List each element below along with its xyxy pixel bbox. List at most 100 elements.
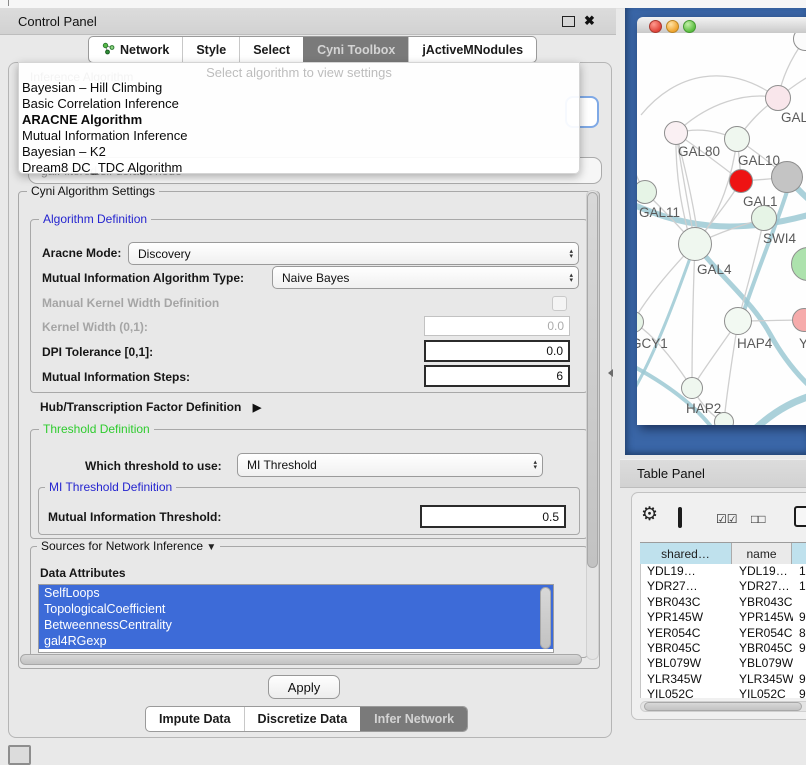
splitter-collapse-arrow[interactable] [608, 369, 613, 377]
attribute-item-selected[interactable]: SelfLoops [39, 585, 553, 601]
node-big-green[interactable] [791, 247, 806, 281]
bottom-tab-discretize-data[interactable]: Discretize Data [244, 707, 361, 731]
node-gal11-label: GAL11 [639, 205, 680, 220]
attributes-list-scrollbar[interactable] [540, 587, 551, 649]
dpi-tolerance-value: 0.0 [546, 344, 563, 358]
table-settings-gear-icon[interactable] [641, 506, 658, 525]
algorithm-dropdown: Select algorithm to view settings Bayesi… [18, 62, 580, 174]
table-cell: YBR045C [641, 641, 733, 656]
algorithm-option[interactable]: Bayesian – Hill Climbing [19, 80, 579, 96]
tab-cyni-toolbox[interactable]: Cyni Toolbox [303, 37, 408, 62]
minimize-window-icon[interactable] [666, 20, 679, 33]
node-gal11[interactable] [637, 180, 657, 204]
mi-type-combo[interactable]: Naive Bayes [272, 266, 579, 289]
table-cell: 9 [793, 687, 806, 698]
network-canvas[interactable]: GALGAL80GAL10GAL1GAL11SWI4GAL4HAP4YGCY1H… [637, 33, 806, 425]
attribute-item-selected[interactable]: gal4RGexp [39, 633, 553, 649]
mi-threshold-input[interactable]: 0.5 [420, 505, 566, 528]
select-all-checkboxes-icon[interactable] [716, 510, 738, 528]
table-cell: 9. [793, 672, 806, 687]
zoom-window-icon[interactable] [683, 20, 696, 33]
mi-steps-value: 6 [556, 369, 563, 383]
table-panel: shared…nameA YDL19…YDL19…13YDR27…YDR27…1… [631, 492, 806, 720]
column-header-shared[interactable]: shared… [640, 543, 732, 565]
tab-label: jActiveMNodules [422, 43, 523, 57]
algorithm-option[interactable]: Mutual Information Inference [19, 128, 579, 144]
which-threshold-combo[interactable]: MI Threshold [237, 453, 543, 477]
control-panel-titlebar: Control Panel [0, 8, 616, 35]
algorithm-option[interactable]: Basic Correlation Inference [19, 96, 579, 112]
node-gal80[interactable] [664, 121, 688, 145]
node-partial-bottom[interactable] [714, 412, 734, 425]
table-cell: YBR045C [733, 641, 793, 656]
node-gal1[interactable] [729, 169, 753, 193]
node-gal[interactable] [765, 85, 791, 111]
algorithm-option[interactable]: Bayesian – K2 [19, 144, 579, 160]
dpi-tolerance-input[interactable]: 0.0 [424, 340, 570, 362]
hub-definition-toggle[interactable]: Hub/Transcription Factor Definition ▶ [40, 400, 261, 414]
table-hscrollbar-thumb[interactable] [644, 702, 802, 711]
kernel-width-value: 0.0 [547, 319, 564, 333]
close-window-icon[interactable] [649, 20, 662, 33]
column-header-a[interactable]: A [792, 543, 806, 565]
table-row[interactable]: YBR045CYBR045C9. [641, 641, 806, 656]
tab-select[interactable]: Select [239, 37, 303, 62]
sources-group-title[interactable]: Sources for Network Inference ▼ [37, 539, 220, 553]
hub-definition-label: Hub/Transcription Factor Definition [40, 400, 241, 414]
apply-button[interactable]: Apply [268, 675, 340, 699]
data-attributes-list[interactable]: SelfLoopsTopologicalCoefficientBetweenne… [38, 584, 554, 653]
node-gal4[interactable] [678, 227, 712, 261]
aracne-mode-combo[interactable]: Discovery [128, 242, 579, 265]
table-row[interactable]: YER054CYER054C8. [641, 626, 806, 641]
table-cell: YDR27… [641, 579, 733, 594]
mi-steps-label: Mutual Information Steps: [42, 370, 190, 384]
table-row[interactable]: YBR043CYBR043C [641, 595, 806, 610]
bottom-tab-impute-data[interactable]: Impute Data [146, 707, 244, 731]
kernel-width-input[interactable]: 0.0 [424, 316, 570, 336]
column-header-name[interactable]: name [732, 543, 792, 565]
attribute-item-selected[interactable]: BetweennessCentrality [39, 617, 553, 633]
table-row[interactable]: YPR145WYPR145W9. [641, 610, 806, 625]
settings-vertical-scrollbar-thumb[interactable] [587, 192, 598, 568]
network-window[interactable]: GALGAL80GAL10GAL1GAL11SWI4GAL4HAP4YGCY1H… [637, 17, 806, 425]
table-body[interactable]: YDL19…YDL19…13YDR27…YDR27…12YBR043CYBR04… [640, 564, 806, 698]
tab-jactivemnodules[interactable]: jActiveMNodules [408, 37, 536, 62]
combo-spinner-icon [569, 243, 573, 264]
node-hap4[interactable] [724, 307, 752, 335]
node-salmon[interactable] [792, 308, 806, 332]
mi-steps-input[interactable]: 6 [424, 365, 570, 387]
node-partial-top[interactable] [793, 33, 806, 51]
close-panel-icon[interactable]: ✖ [584, 14, 595, 27]
table-row[interactable]: YDL19…YDL19…13 [641, 564, 806, 579]
node-swi4[interactable] [751, 205, 777, 231]
control-panel-title: Control Panel [18, 14, 97, 29]
float-panel-icon[interactable] [562, 16, 575, 27]
table-row[interactable]: YIL052CYIL052C9 [641, 687, 806, 698]
column-layout-icon[interactable] [678, 507, 682, 528]
table-row[interactable]: YLR345WYLR345W9. [641, 672, 806, 687]
tab-network[interactable]: Network [89, 37, 182, 62]
algorithm-option[interactable]: ARACNE Algorithm [19, 112, 579, 128]
minimized-panel-icon[interactable] [8, 745, 31, 765]
tab-style[interactable]: Style [182, 37, 239, 62]
manual-kernel-checkbox[interactable] [552, 296, 567, 311]
attribute-item-selected[interactable]: TopologicalCoefficient [39, 601, 553, 617]
new-table-icon[interactable] [794, 506, 806, 527]
table-row[interactable]: YDR27…YDR27…12 [641, 579, 806, 594]
deselect-all-checkboxes-icon[interactable] [751, 510, 766, 528]
top-strip-divider [8, 0, 9, 6]
table-cell: YDL19… [733, 564, 793, 579]
node-gray[interactable] [771, 161, 803, 193]
node-gcy1[interactable] [637, 311, 644, 333]
settings-horizontal-scrollbar-thumb[interactable] [20, 654, 582, 665]
kernel-width-label: Kernel Width (0,1): [42, 320, 148, 334]
node-hap2[interactable] [681, 377, 703, 399]
node-gal10[interactable] [724, 126, 750, 152]
table-cell: 13 [793, 564, 806, 579]
bottom-tab-infer-network[interactable]: Infer Network [360, 707, 467, 731]
combo-spinner-icon [533, 454, 537, 476]
algorithm-option[interactable]: Dream8 DC_TDC Algorithm [19, 160, 579, 176]
node-hap2-label: HAP2 [686, 401, 721, 416]
table-row[interactable]: YBL079WYBL079W [641, 656, 806, 671]
network-window-titlebar[interactable] [637, 17, 806, 34]
